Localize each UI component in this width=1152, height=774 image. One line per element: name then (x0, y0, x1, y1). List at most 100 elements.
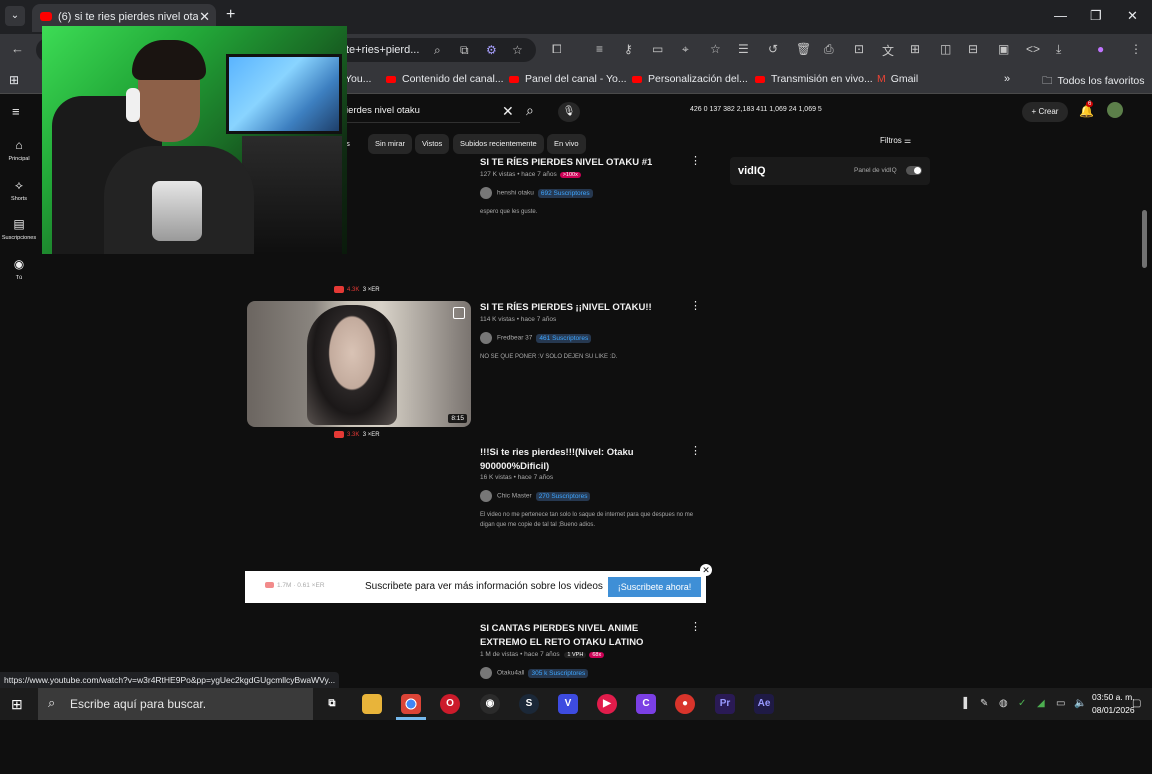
nvidia-icon[interactable]: ◢ (1037, 698, 1045, 709)
notification-center-icon[interactable]: ▢ (1132, 698, 1141, 709)
devtools-icon[interactable]: <> (1026, 42, 1040, 56)
chip-recent[interactable]: Subidos recientemente (453, 134, 544, 154)
back-icon[interactable]: ← (11, 41, 24, 56)
chip-watched[interactable]: Vistos (415, 134, 450, 154)
more-options-icon[interactable]: ⋮ (690, 299, 701, 312)
thumbnail-subject (307, 305, 397, 425)
search-icon[interactable]: ⌕ (526, 102, 534, 119)
file-explorer-icon[interactable] (362, 694, 382, 714)
system-clock[interactable]: 03:50 a. m. 08/01/2026 (1092, 691, 1135, 717)
delete-icon[interactable]: 🗑 (796, 42, 811, 56)
close-banner-icon[interactable]: ✕ (700, 564, 712, 576)
extension-icon[interactable]: ⚙ (486, 43, 497, 57)
bookmark-item[interactable]: Personalización del... (632, 73, 748, 85)
subscribe-now-button[interactable]: ¡Suscribete ahora! (608, 577, 701, 597)
filters-button[interactable]: Filtros ⚌ (880, 136, 911, 145)
bookmark-item[interactable]: Panel del canal - Yo... (509, 73, 627, 85)
task-view-icon[interactable]: ⧉ (322, 694, 342, 714)
search-input[interactable]: ierdes nivel otaku ✕ (340, 101, 520, 123)
more-options-icon[interactable]: ⋮ (690, 620, 701, 633)
bookmark-item[interactable]: You... (345, 73, 371, 85)
taskbar-search[interactable]: ⌕ Escribe aquí para buscar. (38, 688, 313, 720)
sidebar-icon[interactable]: ◫ (940, 42, 951, 56)
outlier-badge: 68x (589, 652, 605, 658)
bookmark-star-icon[interactable]: ☆ (512, 43, 523, 57)
chrome-tray-icon[interactable]: ◍ (999, 698, 1008, 709)
steam-icon[interactable]: S (519, 694, 539, 714)
all-bookmarks-folder[interactable]: 🗀 Todos los favoritos (1042, 73, 1144, 91)
profile-icon[interactable]: ● (1097, 42, 1104, 56)
tab-groups-icon[interactable]: ⊟ (968, 42, 978, 56)
windows-start-icon[interactable]: ⊞ (11, 696, 23, 713)
sidebar-item-shorts[interactable]: ⟡ Shorts (0, 176, 38, 202)
vegas-icon[interactable]: V (558, 694, 578, 714)
channel-info[interactable]: henshi otaku 692 Suscriptores (480, 187, 593, 199)
tray-app-icon[interactable]: ▐ (960, 698, 967, 709)
print-icon[interactable]: ⎙ (824, 42, 834, 57)
avatar[interactable] (1107, 102, 1123, 118)
location-icon[interactable]: ⌖ (682, 42, 689, 57)
screenshot-icon[interactable]: ⊡ (854, 42, 864, 56)
media-player-icon[interactable]: ▶ (597, 694, 617, 714)
channel-info[interactable]: Chic Master 270 Suscriptores (480, 490, 591, 502)
reading-list-icon[interactable]: ☰ (738, 42, 749, 56)
translate-icon[interactable]: 文 (882, 42, 894, 59)
toolbar-icon-1[interactable]: ≡ (596, 42, 603, 56)
restore-button[interactable]: ❐ (1090, 8, 1102, 24)
capcut-icon[interactable]: C (636, 694, 656, 714)
scrollbar-thumb[interactable] (1142, 210, 1147, 268)
new-tab-button[interactable]: + (226, 6, 235, 24)
hamburger-menu-icon[interactable]: ≡ (12, 104, 20, 119)
chrome-icon[interactable] (401, 694, 421, 714)
chip-live[interactable]: En vivo (547, 134, 586, 154)
minimize-button[interactable]: — (1054, 8, 1067, 23)
video-title[interactable]: SI CANTAS PIERDES NIVEL ANIME EXTREMO EL… (480, 622, 680, 650)
add-to-queue-icon[interactable] (453, 307, 465, 319)
bookmark-item[interactable]: M Gmail (877, 73, 918, 85)
close-tab-icon[interactable]: ✕ (199, 9, 210, 25)
channel-info[interactable]: Fredbear 37 461 Suscriptores (480, 332, 592, 344)
obs-icon[interactable]: ◉ (480, 694, 500, 714)
opera-icon[interactable]: O (440, 694, 460, 714)
chip-unwatched[interactable]: Sin mirar (368, 134, 413, 154)
card-icon[interactable]: ▭ (652, 42, 663, 56)
microphone-icon[interactable]: 🎙 (558, 102, 580, 122)
video-thumbnail[interactable]: 8:15 (247, 301, 471, 427)
extensions-icon[interactable]: ⧠ (552, 42, 562, 57)
create-button[interactable]: + Crear (1022, 102, 1068, 122)
history-icon[interactable]: ↺ (768, 42, 778, 56)
video-title[interactable]: SI TE RÍES PIERDES ¡¡NIVEL OTAKU!! (480, 301, 680, 315)
clear-search-icon[interactable]: ✕ (502, 103, 514, 120)
video-title[interactable]: SI TE RÍES PIERDES NIVEL OTAKU #1 (480, 156, 680, 170)
cast-icon[interactable]: ⧉ (460, 43, 469, 58)
volume-icon[interactable]: 🔈 (1074, 698, 1086, 709)
devices-icon[interactable]: ▣ (998, 42, 1009, 56)
more-options-icon[interactable]: ⋮ (690, 444, 701, 457)
after-effects-icon[interactable]: Ae (754, 694, 774, 714)
download-icon[interactable]: ⤓ (1056, 42, 1061, 57)
more-bookmarks-icon[interactable]: » (1004, 73, 1010, 85)
key-icon[interactable]: ⚷ (624, 42, 633, 56)
tab-search-button[interactable]: ⌄ (5, 6, 25, 26)
sidebar-item-subscriptions[interactable]: ▤ Suscripciones (0, 215, 38, 241)
pen-icon[interactable]: ✎ (980, 698, 988, 709)
close-window-button[interactable]: ✕ (1127, 8, 1138, 24)
vidiq-toggle[interactable] (906, 166, 922, 175)
premiere-icon[interactable]: Pr (715, 694, 735, 714)
video-title[interactable]: !!!Si te ries pierdes!!!(Nivel: Otaku 90… (480, 446, 680, 474)
apps-grid-icon[interactable]: ⊞ (9, 73, 19, 87)
bookmark-item[interactable]: Contenido del canal... (386, 73, 504, 85)
zoom-icon[interactable]: ⌕ (434, 43, 441, 58)
tray-check-icon[interactable]: ✓ (1018, 698, 1026, 709)
bookmark-item[interactable]: Transmisión en vivo... (755, 73, 873, 85)
network-icon[interactable]: ▭ (1056, 698, 1065, 709)
star-icon[interactable]: ☆ (710, 42, 721, 56)
game-app-icon[interactable]: ● (675, 694, 695, 714)
sidebar-item-home[interactable]: ⌂ Principal (0, 136, 38, 162)
apps-icon[interactable]: ⊞ (910, 42, 920, 56)
menu-icon[interactable]: ⋮ (1130, 42, 1142, 56)
banner-stats: 1.7M · 0.61 ×ER (265, 582, 325, 589)
sidebar-item-you[interactable]: ◉ Tú (0, 255, 38, 281)
more-options-icon[interactable]: ⋮ (690, 154, 701, 167)
channel-info[interactable]: Otaku4all 305 k Suscriptores (480, 667, 589, 679)
